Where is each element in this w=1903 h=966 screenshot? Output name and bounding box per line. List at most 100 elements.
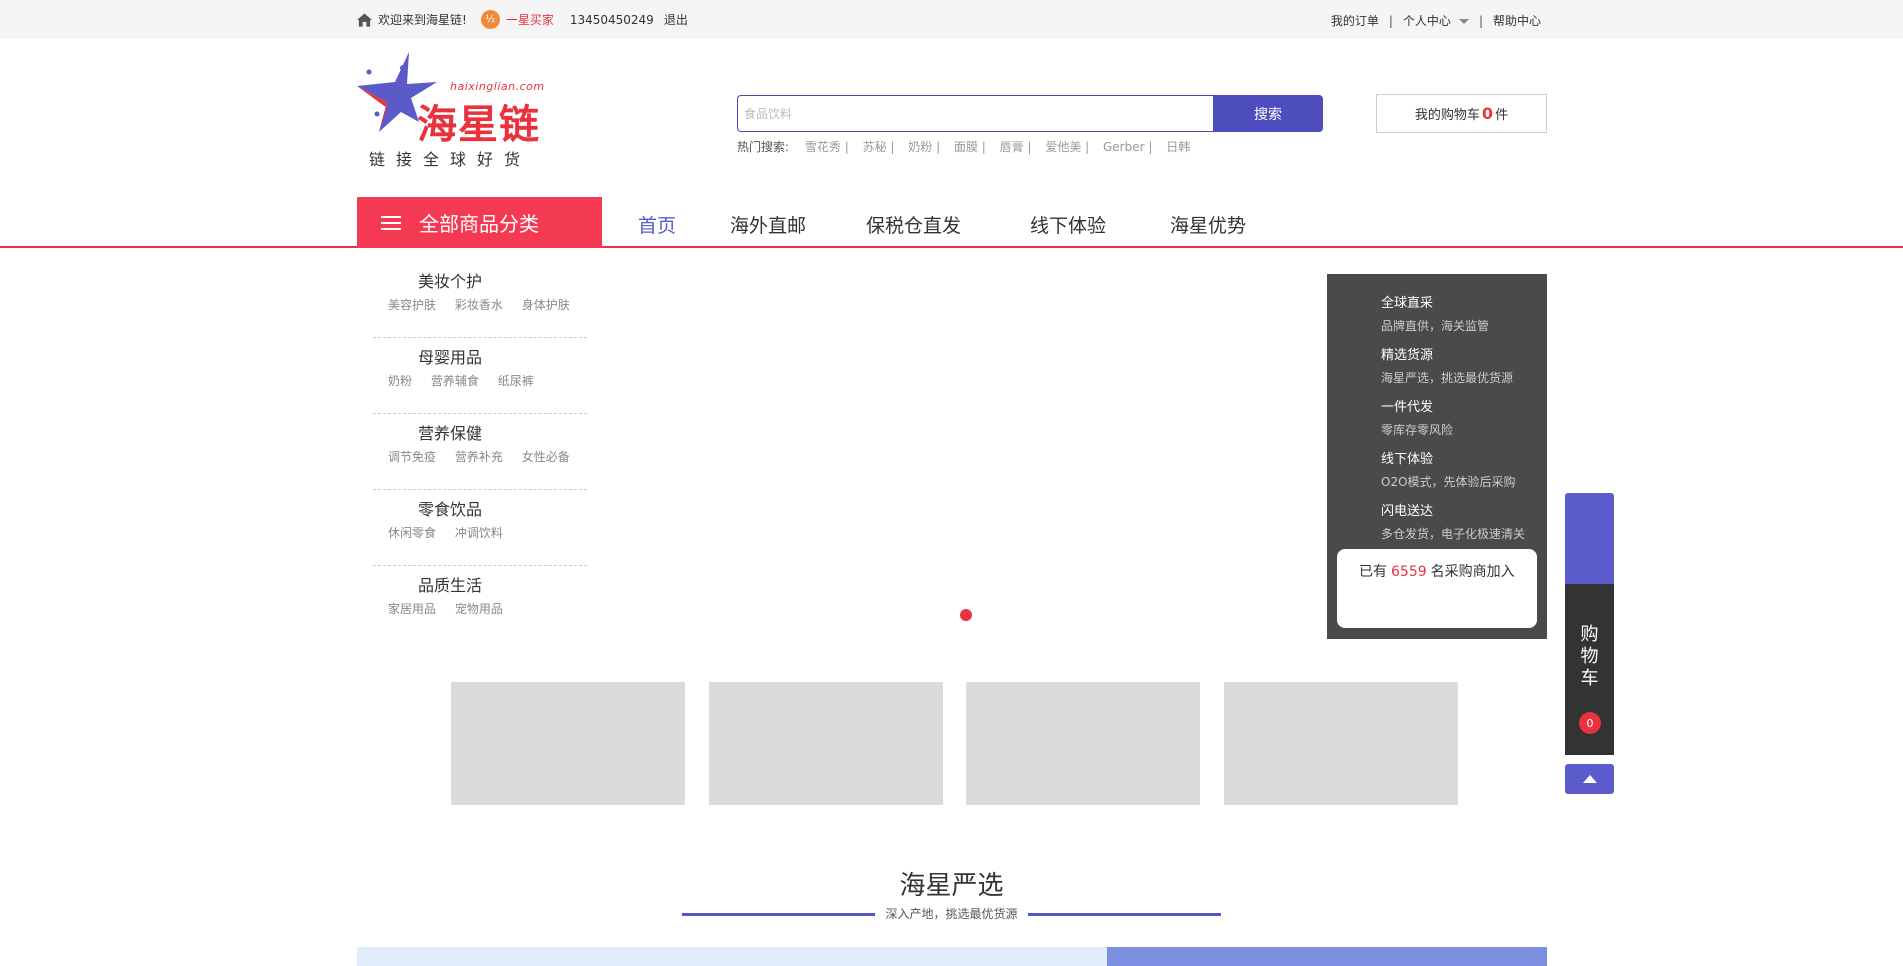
help-center-link[interactable]: 帮助中心 <box>1493 12 1541 29</box>
logo-name: 海星链 <box>417 102 540 148</box>
buyer-count-box: 已有 6559 名采购商加入 <box>1337 549 1537 628</box>
nav-home[interactable]: 首页 <box>638 211 676 238</box>
promo-image[interactable] <box>709 682 943 805</box>
join-suffix: 名采购商加入 <box>1430 564 1515 580</box>
hot-keyword[interactable]: 雪花秀 | <box>805 140 849 154</box>
feature-item: 闪电送达 多仓发货，电子化极速清关 <box>1381 500 1525 542</box>
personal-center-menu[interactable]: 个人中心 <box>1403 12 1469 29</box>
hot-search-label: 热门搜索: <box>737 140 790 154</box>
menu-icon <box>381 215 401 230</box>
subcategory-link[interactable]: 纸尿裤 <box>498 374 534 388</box>
category-title[interactable]: 品质生活 <box>418 572 482 596</box>
category-panel: 美妆个护 美容护肤 彩妆香水 身体护肤 母婴用品 奶粉 营养辅食 纸尿裤 营养保… <box>373 262 587 642</box>
feature-desc: 零库存零风险 <box>1381 423 1454 437</box>
logo-slogan: 链接全球好货 <box>369 150 532 169</box>
chevron-down-icon <box>1458 19 1469 24</box>
buyer-count: 6559 <box>1391 564 1427 580</box>
top-bar-left: 欢迎来到海星链! ½ 一星买家 13450450249 退出 <box>357 10 688 29</box>
hot-keyword[interactable]: 奶粉 | <box>908 140 940 154</box>
subcategory-link[interactable]: 身体护肤 <box>522 298 570 312</box>
page: 欢迎来到海星链! ½ 一星买家 13450450249 退出 我的订单 | 个人… <box>0 0 1903 966</box>
subcategory-link[interactable]: 家居用品 <box>388 602 436 616</box>
section-banner-left[interactable] <box>357 947 1107 966</box>
category-item[interactable]: 零食饮品 休闲零食 冲调饮料 <box>373 490 587 566</box>
subcategory-link[interactable]: 宠物用品 <box>455 602 503 616</box>
my-orders-link[interactable]: 我的订单 <box>1331 12 1379 29</box>
all-categories-button[interactable]: 全部商品分类 <box>357 197 602 248</box>
hot-keyword[interactable]: 日韩 <box>1166 140 1190 154</box>
cart-suffix: 件 <box>1495 108 1509 123</box>
feature-desc: 品牌直供，海关监管 <box>1381 319 1490 333</box>
promo-image[interactable] <box>966 682 1200 805</box>
category-item[interactable]: 美妆个护 美容护肤 彩妆香水 身体护肤 <box>373 262 587 338</box>
promo-image[interactable] <box>1224 682 1458 805</box>
category-title[interactable]: 零食饮品 <box>418 496 482 520</box>
nav-overseas-direct[interactable]: 海外直邮 <box>730 211 806 238</box>
side-toolbar: 购物车 0 <box>1565 493 1614 794</box>
hot-search: 热门搜索: 雪花秀 | 苏秘 | 奶粉 | 面膜 | 唇膏 | 爱他美 | Ge… <box>737 138 1200 155</box>
top-bar: 欢迎来到海星链! ½ 一星买家 13450450249 退出 我的订单 | 个人… <box>0 0 1903 39</box>
subcategory-link[interactable]: 彩妆香水 <box>455 298 503 312</box>
hot-keyword[interactable]: 爱他美 | <box>1045 140 1089 154</box>
side-cart-button[interactable]: 购物车 0 <box>1565 584 1614 755</box>
feature-item: 全球直采 品牌直供，海关监管 <box>1381 292 1489 334</box>
search-bar: 搜索 <box>737 95 1323 132</box>
side-cart-label-text: 购物车 <box>1580 624 1599 689</box>
logout-link[interactable]: 退出 <box>664 11 688 28</box>
feature-title: 一件代发 <box>1381 400 1434 415</box>
nav-offline-experience[interactable]: 线下体验 <box>1030 211 1106 238</box>
all-categories-label: 全部商品分类 <box>419 212 539 236</box>
hot-keyword[interactable]: 苏秘 | <box>863 140 895 154</box>
category-title[interactable]: 母婴用品 <box>418 344 482 368</box>
feature-title: 线下体验 <box>1381 452 1434 467</box>
nav-bonded-warehouse[interactable]: 保税仓直发 <box>866 211 961 238</box>
top-bar-right: 我的订单 | 个人中心 | 帮助中心 <box>1331 12 1541 29</box>
category-item[interactable]: 品质生活 家居用品 宠物用品 <box>373 566 587 642</box>
nav-divider <box>0 246 1903 248</box>
hot-keyword[interactable]: 面膜 | <box>954 140 986 154</box>
hot-keyword[interactable]: Gerber | <box>1103 140 1152 154</box>
header-cart-button[interactable]: 我的购物车 0 件 <box>1376 94 1547 133</box>
category-title[interactable]: 美妆个护 <box>418 268 482 292</box>
arrow-up-icon <box>1582 775 1597 783</box>
subcategory-link[interactable]: 营养补充 <box>455 450 503 464</box>
subcategory-link[interactable]: 营养辅食 <box>431 374 479 388</box>
member-level-link[interactable]: 一星买家 <box>506 11 554 28</box>
welcome-text: 欢迎来到海星链! <box>378 13 467 27</box>
phone-number: 13450450249 <box>569 12 654 27</box>
separator: | <box>1478 13 1483 28</box>
feature-item: 一件代发 零库存零风险 <box>1381 396 1453 438</box>
banner-slider-dot[interactable] <box>960 609 972 621</box>
side-toolbar-top[interactable] <box>1565 493 1614 584</box>
feature-title: 闪电送达 <box>1381 504 1434 519</box>
subcategory-link[interactable]: 奶粉 <box>388 374 412 388</box>
subcategory-link[interactable]: 调节免疫 <box>388 450 436 464</box>
subcategory-link[interactable]: 女性必备 <box>522 450 570 464</box>
feature-title: 全球直采 <box>1381 296 1434 311</box>
search-input[interactable] <box>737 95 1214 132</box>
hot-keyword[interactable]: 唇膏 | <box>1000 140 1032 154</box>
category-item[interactable]: 营养保健 调节免疫 营养补充 女性必备 <box>373 414 587 490</box>
subcategory-link[interactable]: 美容护肤 <box>388 298 436 312</box>
feature-item: 精选货源 海星严选，挑选最优货源 <box>1381 344 1513 386</box>
category-item[interactable]: 母婴用品 奶粉 营养辅食 纸尿裤 <box>373 338 587 414</box>
subcategory-link[interactable]: 休闲零食 <box>388 526 436 540</box>
section-banner-right[interactable] <box>1107 947 1547 966</box>
side-cart-count-badge: 0 <box>1579 712 1601 734</box>
search-button[interactable]: 搜索 <box>1213 95 1323 132</box>
promo-image[interactable] <box>451 682 685 805</box>
category-title[interactable]: 营养保健 <box>418 420 482 444</box>
site-logo[interactable]: haixinglian.com 海星链 链接全球好货 <box>357 52 557 170</box>
feature-item: 线下体验 O2O模式，先体验后采购 <box>1381 448 1516 490</box>
nav-advantages[interactable]: 海星优势 <box>1170 211 1246 238</box>
side-cart-label: 购物车 <box>1565 624 1614 690</box>
section-title: 海星严选 <box>899 871 1004 901</box>
feature-desc: O2O模式，先体验后采购 <box>1381 475 1516 489</box>
personal-center-label: 个人中心 <box>1402 14 1451 28</box>
separator: | <box>1388 13 1393 28</box>
cart-prefix: 我的购物车 <box>1414 108 1480 123</box>
section-subtitle: 深入产地，挑选最优货源 <box>885 907 1018 921</box>
subcategory-link[interactable]: 冲调饮料 <box>455 526 503 540</box>
home-icon[interactable] <box>357 12 372 27</box>
back-to-top-button[interactable] <box>1565 764 1614 794</box>
